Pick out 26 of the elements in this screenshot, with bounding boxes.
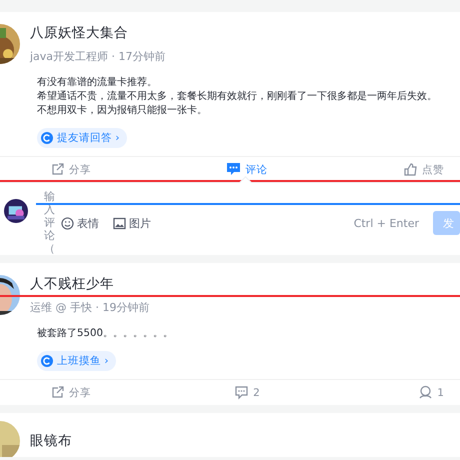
share-button[interactable]: 分享 bbox=[0, 162, 182, 177]
post-meta: java开发工程师 · 17分钟前 bbox=[30, 49, 166, 64]
topic-icon bbox=[41, 132, 53, 144]
post-text: 被套路了5500。。。。。。。 bbox=[37, 327, 174, 341]
post-text: 不想用双卡，因为报销只能报一张卡。 bbox=[37, 104, 208, 118]
comment-button[interactable]: 评论 bbox=[181, 162, 313, 177]
author-name[interactable]: 人不贱枉少年 bbox=[30, 275, 150, 293]
image-icon bbox=[113, 216, 126, 230]
comment-icon bbox=[234, 385, 250, 400]
topic-tag[interactable]: 提友请回答 › bbox=[37, 128, 127, 148]
post-text: 希望通话不贵，流量不用太多，套餐长期有效就行，刚刚看了一下很多都是一两年后失效。 bbox=[37, 90, 438, 104]
share-button[interactable]: 分享 bbox=[0, 385, 182, 400]
topic-tag[interactable]: 上班摸鱼 › bbox=[37, 351, 116, 371]
like-button[interactable]: 点赞 bbox=[312, 162, 460, 177]
post-text: 有没有靠谱的流量卡推荐。 bbox=[37, 76, 158, 90]
shortcut-hint: Ctrl + Enter bbox=[354, 216, 419, 230]
share-icon bbox=[50, 162, 65, 177]
topic-icon bbox=[41, 355, 53, 367]
author-name[interactable]: 八原妖怪大集合 bbox=[30, 24, 166, 42]
thumbs-up-icon bbox=[402, 162, 418, 177]
comment-icon bbox=[226, 162, 242, 177]
comment-button[interactable]: 2 bbox=[181, 385, 313, 400]
hug-button[interactable]: 1 bbox=[312, 385, 460, 400]
post-meta: 运维 @ 手快 · 19分钟前 bbox=[30, 300, 150, 315]
author-name[interactable]: 眼镜布 bbox=[30, 432, 72, 450]
share-icon bbox=[50, 385, 65, 400]
